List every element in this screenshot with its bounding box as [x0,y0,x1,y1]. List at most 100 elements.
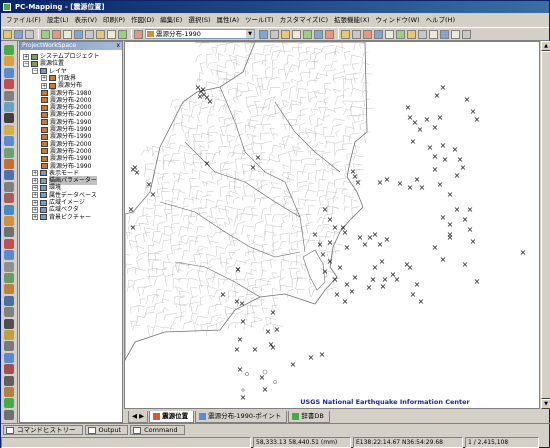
undo-icon[interactable] [107,29,116,39]
arrow-icon[interactable] [4,318,14,329]
fill-icon[interactable] [4,124,14,135]
refresh-icon[interactable] [259,29,268,39]
menu-item-12[interactable]: ヘルプ(H) [423,14,458,26]
measure-icon[interactable] [314,29,323,39]
polygon-icon[interactable] [4,147,14,158]
map-tab[interactable]: 震源分布-1990-ポイント [195,411,288,423]
magnifier-icon[interactable] [4,250,14,261]
output-tab[interactable]: Command [130,424,185,435]
map-canvas[interactable]: ××××××××××××××××× ××× × × × ××××× ×××××× ××××××… [125,42,540,409]
scroll-up-arrow[interactable]: ▲ [541,41,550,51]
layer-select[interactable]: 震源分布-1990 ▼ [145,29,255,39]
lock-icon[interactable] [4,341,14,352]
table-icon[interactable] [418,29,427,39]
menu-item-7[interactable]: 属性(A) [214,14,243,26]
map-tab[interactable]: 震源位置 [149,411,195,423]
circle-icon[interactable] [4,159,14,169]
draw-icon[interactable] [363,29,372,39]
menu-item-8[interactable]: ツール(T) [242,14,277,26]
ruler-icon[interactable] [4,261,14,272]
properties-icon[interactable] [52,29,61,39]
grip-icon[interactable] [4,409,14,420]
tree-item[interactable]: + 背景ピクチャー [32,213,91,222]
target-icon[interactable] [4,238,14,249]
menu-item-0[interactable]: ファイル(F) [3,14,44,26]
vertical-scrollbar[interactable]: ▲ ▼ [540,41,550,409]
eraser-icon[interactable] [4,181,14,192]
line-icon[interactable] [385,29,394,39]
tab-nav-arrows[interactable]: ◀ ▶ [128,411,149,423]
text-icon[interactable] [4,170,14,181]
gear-icon[interactable] [4,307,14,318]
point-icon[interactable] [396,29,405,39]
scroll-down-arrow[interactable]: ▼ [541,399,550,409]
layer-icon[interactable] [41,29,50,39]
scroll-thumb[interactable] [541,51,550,399]
grid-icon[interactable] [4,227,14,238]
quake-marker: × [130,223,137,232]
split-icon[interactable] [451,29,460,39]
grid-icon[interactable] [270,29,279,39]
menu-item-5[interactable]: 編集(E) [157,14,185,26]
hand-icon[interactable] [281,29,290,39]
measure-icon[interactable] [4,90,14,101]
star-icon[interactable] [4,330,14,340]
select-icon[interactable] [74,29,83,39]
copy-icon[interactable] [85,29,94,39]
quake-marker: × [440,213,447,222]
polygon-icon[interactable] [374,29,383,39]
pan-icon[interactable] [4,79,14,90]
menu-item-3[interactable]: 印刷(P) [100,14,128,26]
pin-icon[interactable] [352,29,361,39]
zoom-in-icon[interactable] [292,29,301,39]
line-icon[interactable] [4,136,14,147]
menu-item-10[interactable]: 拡張機能(X) [331,14,373,26]
note-icon[interactable] [4,387,14,397]
expand-toggle-icon[interactable]: + [32,214,38,221]
text-icon[interactable] [407,29,416,39]
redo-icon[interactable] [118,29,127,39]
expand-toggle-icon[interactable]: − [32,68,38,75]
close-icon[interactable]: x [116,42,120,50]
info-icon[interactable] [325,29,334,39]
color-icon[interactable] [4,284,14,295]
map-view[interactable]: × × × × × × × × × × × × × × × × × × × × × × × × × × × × × × × × × × × × × × × ×… [124,41,540,409]
output-tab[interactable]: コマンドヒストリー [3,424,83,435]
map-tab[interactable]: 辞書DB [288,411,330,423]
flag-icon[interactable] [4,204,14,215]
select-icon[interactable] [4,102,14,112]
tile-icon[interactable] [440,29,449,39]
open-file-icon[interactable] [14,29,23,39]
pin-icon[interactable] [4,193,14,204]
layer-icon[interactable] [4,273,14,283]
zoom-in-icon[interactable] [4,56,14,67]
palette-icon[interactable] [4,364,14,375]
rotate-icon[interactable] [4,113,14,124]
cursor-icon[interactable] [4,375,14,386]
pointer-icon[interactable] [4,45,14,55]
menu-item-1[interactable]: 設定(L) [44,14,72,26]
cascade-icon[interactable] [462,29,471,39]
menu-item-4[interactable]: 作図(D) [128,14,157,26]
menu-item-6[interactable]: 選択(S) [185,14,213,26]
paste-icon[interactable] [96,29,105,39]
globe-icon[interactable] [4,398,14,409]
expand-toggle-icon[interactable]: − [23,60,29,67]
quake-marker: × [265,327,272,336]
layer-list-icon[interactable] [134,29,143,39]
output-tab[interactable]: Output [84,424,129,435]
new-file-icon[interactable] [3,29,12,39]
clip-icon[interactable] [4,352,14,363]
bucket-icon[interactable] [4,295,14,306]
zoom-out-icon[interactable] [303,29,312,39]
window-icon[interactable] [429,29,438,39]
menu-item-2[interactable]: 表示(V) [72,14,101,26]
save-icon[interactable] [25,29,34,39]
menu-item-11[interactable]: ウィンドウ(W) [373,14,423,26]
brush-icon[interactable] [4,216,14,226]
menu-item-9[interactable]: カスタマイズ(C) [277,14,331,26]
zoom-icon[interactable] [63,29,72,39]
zoom-out-icon[interactable] [4,67,14,78]
chevron-down-icon[interactable]: ▼ [246,30,254,38]
flag-icon[interactable] [341,29,350,39]
